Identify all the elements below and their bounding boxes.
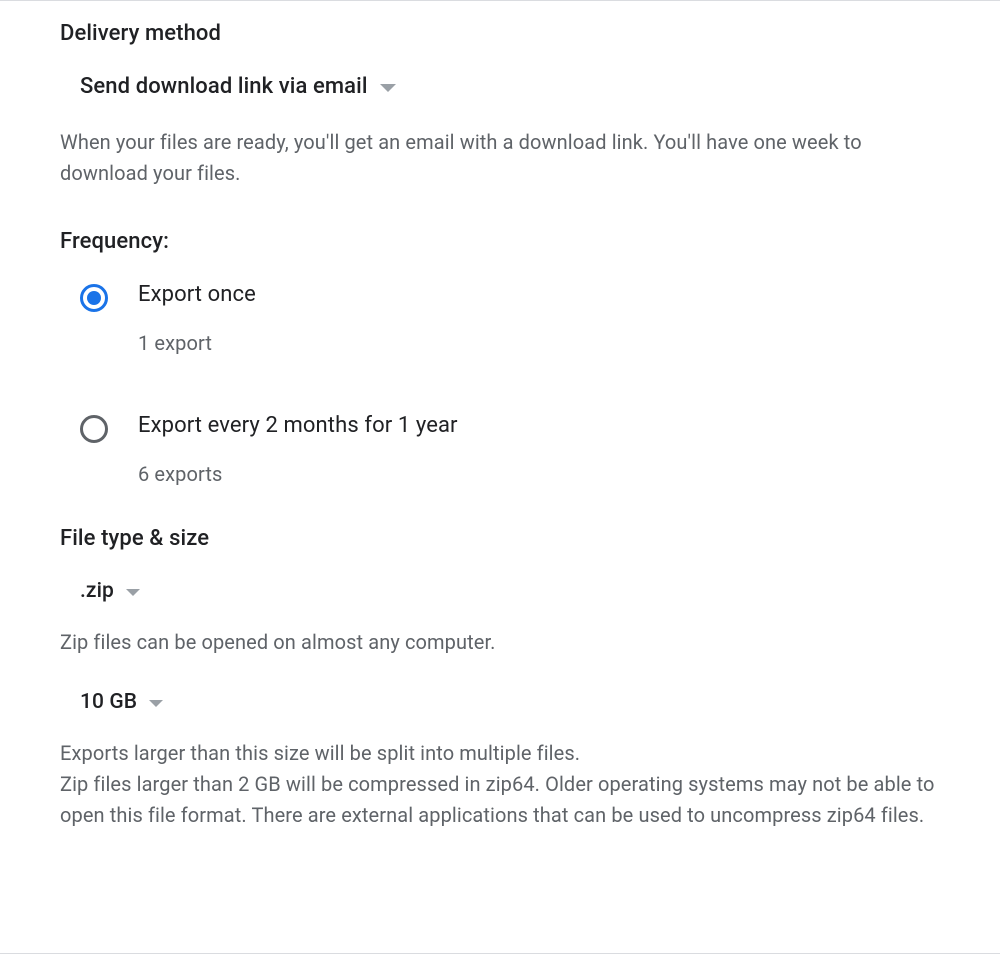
delivery-method-selected: Send download link via email (80, 74, 368, 99)
file-type-description: Zip files can be opened on almost any co… (60, 627, 940, 658)
file-size-selected: 10 GB (80, 690, 137, 714)
chevron-down-icon (149, 700, 163, 707)
frequency-heading: Frequency: (60, 229, 940, 254)
radio-label: Export once (138, 282, 256, 307)
delivery-method-dropdown[interactable]: Send download link via email (80, 74, 396, 99)
radio-icon (80, 284, 108, 312)
chevron-down-icon (126, 589, 140, 596)
radio-sublabel: 6 exports (138, 462, 458, 486)
file-type-selected: .zip (80, 579, 114, 603)
frequency-option-export-every-2-months[interactable]: Export every 2 months for 1 year 6 expor… (80, 413, 940, 486)
file-size-dropdown[interactable]: 10 GB (80, 690, 163, 714)
export-settings-panel: Delivery method Send download link via e… (0, 1, 1000, 861)
file-type-dropdown[interactable]: .zip (80, 579, 140, 603)
frequency-radio-group: Export once 1 export Export every 2 mont… (80, 282, 940, 486)
file-type-size-heading: File type & size (60, 526, 940, 551)
file-size-description: Exports larger than this size will be sp… (60, 738, 940, 831)
radio-sublabel: 1 export (138, 331, 256, 355)
frequency-option-export-once[interactable]: Export once 1 export (80, 282, 940, 355)
radio-label: Export every 2 months for 1 year (138, 413, 458, 438)
delivery-method-description: When your files are ready, you'll get an… (60, 127, 940, 189)
delivery-method-heading: Delivery method (60, 21, 940, 46)
radio-icon (80, 415, 108, 443)
chevron-down-icon (380, 84, 396, 92)
